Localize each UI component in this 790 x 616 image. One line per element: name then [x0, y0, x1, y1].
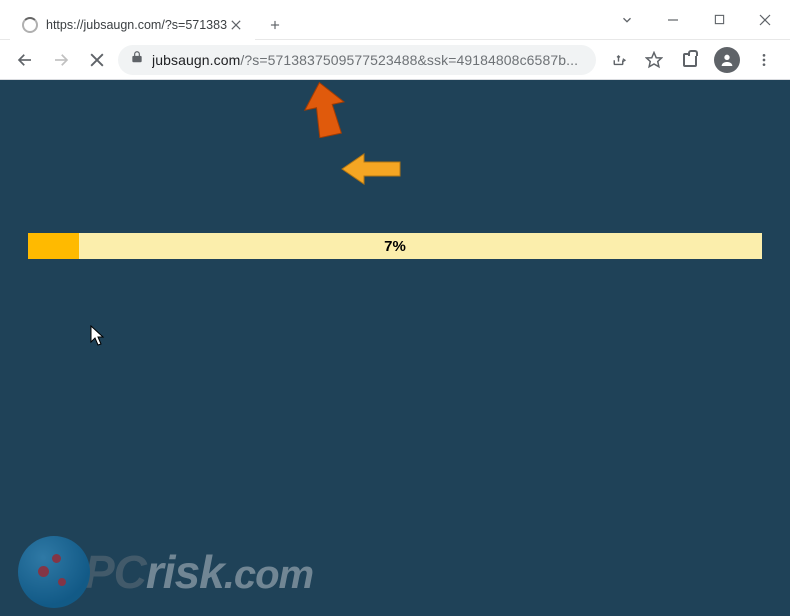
- new-tab-button[interactable]: [261, 11, 289, 39]
- watermark: PCrisk.com: [18, 536, 313, 608]
- watermark-logo-icon: [18, 536, 90, 608]
- extensions-button[interactable]: [674, 44, 706, 76]
- address-bar[interactable]: jubsaugn.com/?s=5713837509577523488&ssk=…: [118, 45, 596, 75]
- mouse-cursor-icon: [90, 325, 106, 352]
- bookmark-button[interactable]: [638, 44, 670, 76]
- lock-icon: [130, 50, 144, 69]
- maximize-button[interactable]: [696, 5, 742, 35]
- tab-strip: https://jubsaugn.com/?s=571383: [10, 8, 289, 42]
- browser-toolbar: jubsaugn.com/?s=5713837509577523488&ssk=…: [0, 40, 790, 80]
- menu-button[interactable]: [748, 44, 780, 76]
- close-button[interactable]: [742, 5, 788, 35]
- back-button[interactable]: [10, 45, 40, 75]
- url-text: jubsaugn.com/?s=5713837509577523488&ssk=…: [152, 52, 584, 68]
- tab-list-chevron[interactable]: [612, 5, 642, 35]
- url-path: /?s=5713837509577523488&ssk=49184808c658…: [240, 52, 578, 68]
- close-tab-button[interactable]: [227, 16, 245, 34]
- progress-bar: 7%: [28, 233, 762, 259]
- share-button[interactable]: [602, 44, 634, 76]
- pointer-arrow-left-icon: [340, 152, 402, 191]
- minimize-button[interactable]: [650, 5, 696, 35]
- pointer-arrow-up-icon: [300, 80, 350, 143]
- url-domain: jubsaugn.com: [152, 52, 240, 68]
- progress-bar-container: 7%: [28, 233, 762, 259]
- tab-title: https://jubsaugn.com/?s=571383: [46, 18, 227, 32]
- watermark-text: PCrisk.com: [84, 545, 313, 599]
- loading-spinner-icon: [22, 17, 38, 33]
- stop-reload-button[interactable]: [82, 45, 112, 75]
- profile-button[interactable]: [714, 47, 740, 73]
- progress-label: 7%: [384, 238, 406, 255]
- puzzle-icon: [683, 53, 697, 67]
- browser-tab[interactable]: https://jubsaugn.com/?s=571383: [10, 8, 255, 42]
- progress-fill: [28, 233, 79, 259]
- forward-button[interactable]: [46, 45, 76, 75]
